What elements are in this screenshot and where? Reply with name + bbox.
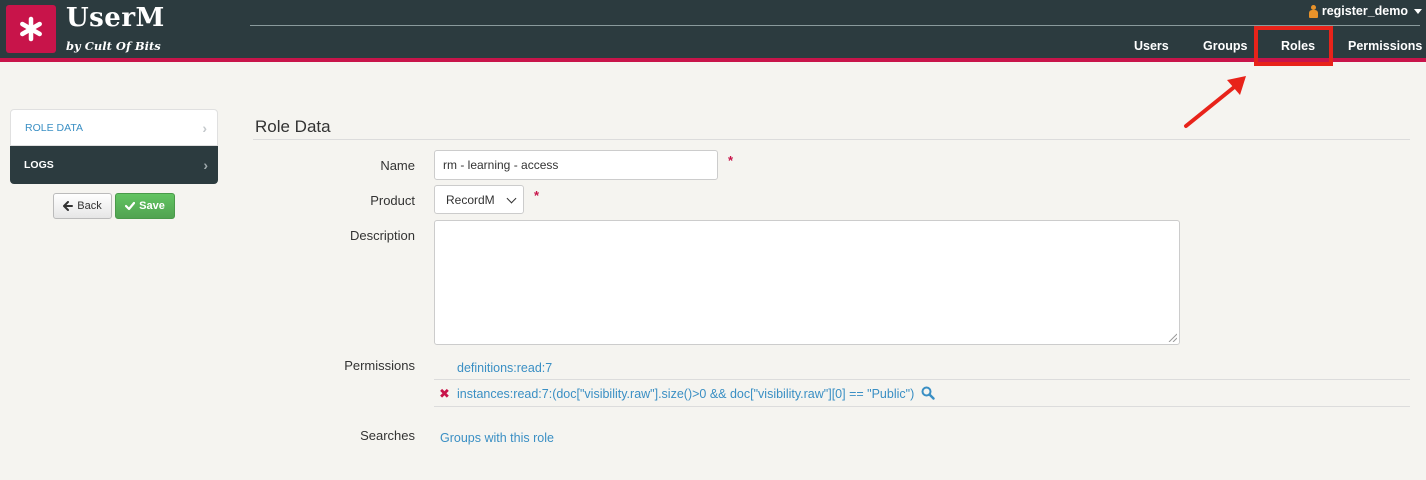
save-label: Save (139, 200, 165, 212)
back-button[interactable]: Back (53, 193, 112, 219)
remove-icon[interactable]: ✖ (439, 386, 450, 402)
asterisk-icon (20, 16, 42, 42)
permission-divider (434, 406, 1410, 407)
sidebar-menu: ROLE DATA › LOGS › (10, 109, 218, 184)
searches-label: Searches (360, 428, 415, 443)
permission-row (434, 359, 1410, 380)
chevron-right-icon: › (202, 119, 207, 136)
sidebar-item-logs[interactable]: LOGS › (10, 146, 218, 184)
resize-grip-icon[interactable] (1167, 332, 1177, 342)
groups-with-role-link[interactable]: Groups with this role (440, 431, 554, 445)
product-select[interactable]: RecordM (434, 185, 524, 214)
name-input[interactable]: rm - learning - access (434, 150, 718, 180)
sidebar-item-label: ROLE DATA (25, 121, 83, 134)
app-title[interactable]: UserM (66, 3, 165, 33)
chevron-down-icon (506, 193, 517, 203)
required-marker: * (728, 153, 734, 168)
name-input-value: rm - learning - access (443, 158, 559, 172)
permission-link[interactable]: instances:read:7:(doc["visibility.raw"].… (457, 387, 914, 401)
app-subtitle: by Cult Of Bits (66, 39, 161, 53)
pointer-arrow (1184, 76, 1246, 128)
description-label: Description (349, 228, 415, 243)
roles-highlight-box (1254, 26, 1333, 66)
section-title: Role Data (255, 117, 331, 136)
logo[interactable] (6, 5, 56, 53)
permissions-label: Permissions (344, 358, 415, 373)
arrow-left-icon (63, 201, 74, 211)
username: register_demo (1321, 4, 1408, 18)
permission-link[interactable]: definitions:read:7 (457, 361, 552, 375)
required-marker: * (534, 188, 540, 203)
description-textarea[interactable] (434, 220, 1180, 345)
sidebar-item-label: LOGS (24, 159, 54, 171)
section-divider (253, 139, 1410, 140)
caret-down-icon (1414, 8, 1422, 14)
check-icon (125, 201, 136, 211)
header-accent-bar (0, 58, 1426, 62)
nav-groups[interactable]: Groups (1203, 39, 1247, 53)
chevron-right-icon: › (203, 157, 208, 173)
search-icon[interactable] (921, 386, 935, 400)
nav-users[interactable]: Users (1134, 39, 1169, 53)
sidebar-item-role-data[interactable]: ROLE DATA › (10, 109, 218, 146)
nav-permissions[interactable]: Permissions (1348, 39, 1422, 53)
top-header: UserM by Cult Of Bits register_demo User… (0, 0, 1426, 58)
user-icon (1308, 4, 1318, 18)
header-divider (250, 25, 1420, 26)
save-button[interactable]: Save (115, 193, 175, 219)
product-select-value: RecordM (446, 192, 495, 207)
product-label: Product (370, 193, 415, 208)
name-label: Name (380, 158, 415, 173)
back-label: Back (77, 200, 102, 212)
user-menu[interactable]: register_demo (1308, 4, 1422, 18)
